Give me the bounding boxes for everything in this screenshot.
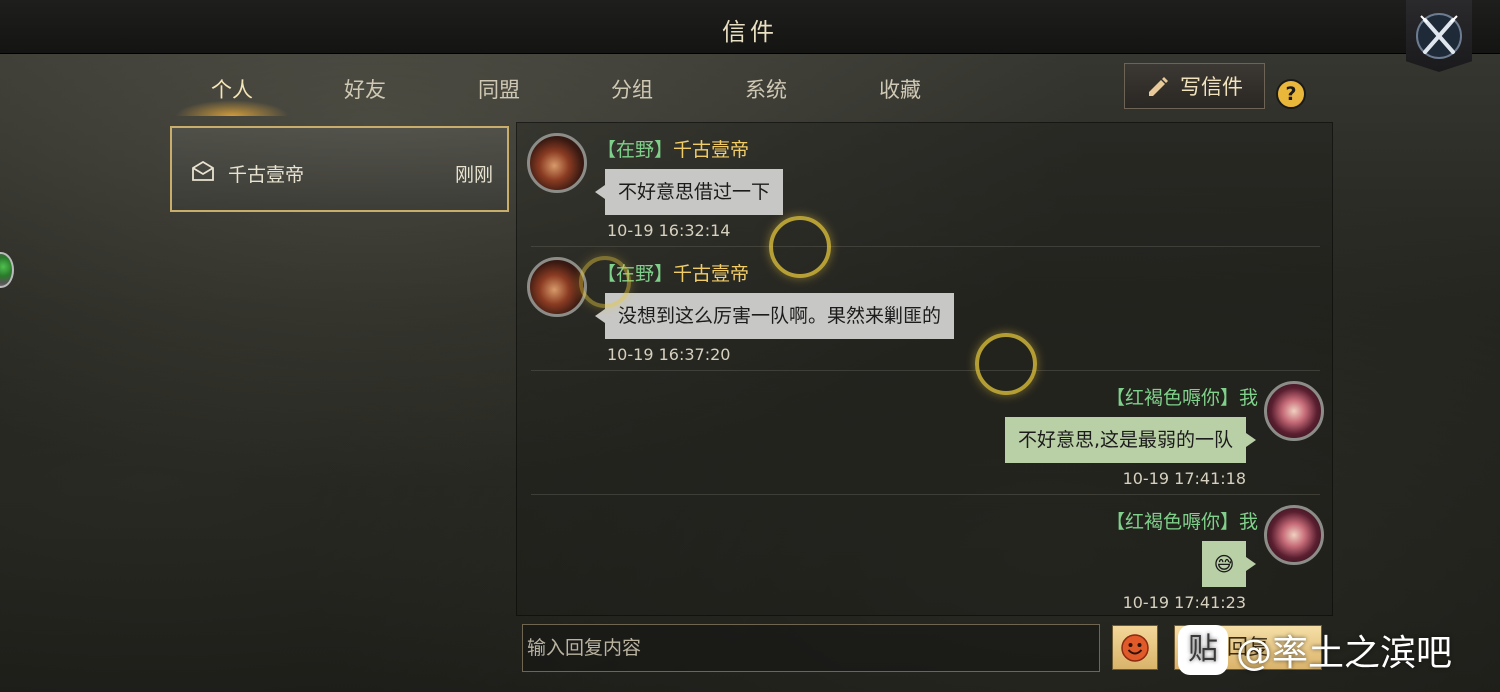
glow-ring (579, 256, 631, 308)
message-time: 10-19 17:41:23 (1122, 593, 1246, 612)
sender-line: 【红褐色嗕你】我 (1106, 383, 1258, 410)
message-bubble: 没想到这么厉害一队啊。果然来剿匪的 (594, 293, 955, 339)
envelope-icon (192, 161, 214, 181)
watermark-text: @率土之滨吧 (1236, 633, 1453, 674)
message-bubble: 不好意思借过一下 (594, 169, 784, 215)
chat-panel: 【在野】千古壹帝 不好意思借过一下 10-19 16:32:14 【在野】千古壹… (516, 122, 1333, 616)
sender-name: 千古壹帝 (673, 263, 750, 285)
chat-message: 【红褐色嗕你】我 😅 10-19 17:41:23 (517, 495, 1334, 619)
mail-time: 刚刚 (454, 164, 493, 186)
help-button[interactable]: ? (1276, 79, 1306, 109)
avatar[interactable] (1264, 505, 1324, 565)
reply-input[interactable]: 输入回复内容 (522, 624, 1100, 672)
mail-list-item[interactable]: 千古壹帝 刚刚 (170, 126, 509, 212)
sender-name: 千古壹帝 (673, 139, 750, 161)
message-time: 10-19 16:32:14 (607, 221, 731, 240)
message-time: 10-19 16:37:20 (607, 345, 731, 364)
tab-personal[interactable]: 个人 (165, 68, 299, 116)
side-float-button[interactable] (0, 252, 14, 288)
message-bubble: 不好意思,这是最弱的一队 (1004, 417, 1257, 463)
mail-tabs: 个人 好友 同盟 分组 系统 收藏 (165, 68, 967, 116)
tab-alliance[interactable]: 同盟 (432, 68, 566, 114)
tab-friends[interactable]: 好友 (298, 68, 432, 114)
glow-ring (769, 216, 831, 278)
tab-system[interactable]: 系统 (699, 68, 833, 114)
tieba-logo-icon: 贴 (1178, 625, 1228, 675)
sender-line: 【红褐色嗕你】我 (1106, 507, 1258, 534)
emoji-bubble: 😅 (1202, 541, 1256, 587)
sender-name: 我 (1238, 387, 1258, 409)
glow-ring (975, 333, 1037, 395)
emoji-button[interactable] (1112, 625, 1158, 670)
watermark: 贴 @率土之滨吧 (1178, 622, 1452, 678)
write-mail-button[interactable]: 写信件 (1124, 63, 1265, 109)
avatar[interactable] (527, 133, 587, 193)
close-button[interactable] (1406, 0, 1472, 72)
chat-message: 【红褐色嗕你】我 不好意思,这是最弱的一队 10-19 17:41:18 (517, 371, 1334, 495)
avatar[interactable] (527, 257, 587, 317)
mail-list: 千古壹帝 刚刚 (170, 126, 510, 686)
chat-message: 【在野】千古壹帝 不好意思借过一下 10-19 16:32:14 (517, 123, 1334, 247)
pencil-icon (1149, 77, 1168, 96)
smiley-icon (1121, 633, 1149, 662)
message-time: 10-19 17:41:18 (1122, 469, 1246, 488)
tab-group[interactable]: 分组 (565, 68, 699, 114)
sender-line: 【在野】千古壹帝 (597, 135, 749, 162)
sender-alliance: 【在野】 (597, 139, 674, 161)
mail-sender-name: 千古壹帝 (228, 164, 305, 186)
window-title: 信件 (722, 18, 778, 46)
chat-message: 【在野】千古壹帝 没想到这么厉害一队啊。果然来剿匪的 10-19 16:37:2… (517, 247, 1334, 371)
sender-alliance: 【红褐色嗕你】 (1105, 511, 1239, 533)
title-bar: 信件 (0, 0, 1500, 54)
sender-alliance: 【红褐色嗕你】 (1105, 387, 1239, 409)
tab-favorites[interactable]: 收藏 (833, 68, 967, 114)
avatar[interactable] (1264, 381, 1324, 441)
crossed-swords-icon (1416, 13, 1462, 59)
sender-name: 我 (1238, 511, 1258, 533)
write-mail-label: 写信件 (1180, 75, 1243, 99)
